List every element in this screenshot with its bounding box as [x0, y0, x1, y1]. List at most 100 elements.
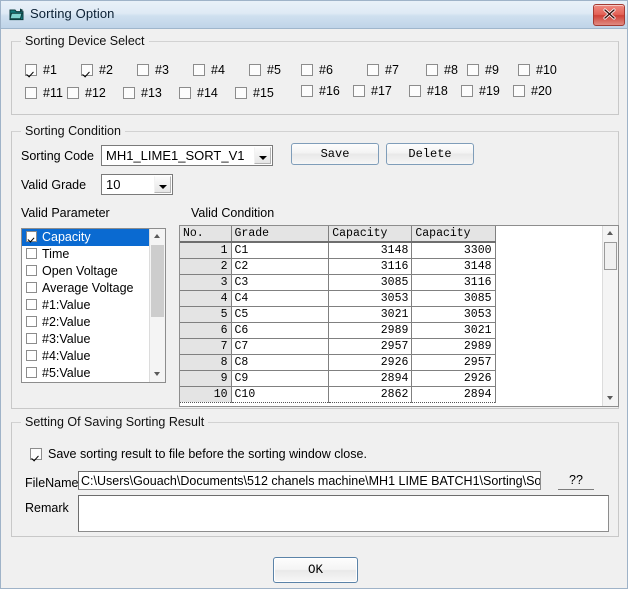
device-checkbox-20[interactable]: #20 — [513, 84, 552, 98]
column-header[interactable]: No. — [180, 226, 232, 243]
table-row[interactable]: 4 C4 3053 3085 — [180, 290, 601, 307]
device-checkbox-10[interactable]: #10 — [518, 63, 557, 77]
table-cell[interactable]: 2957 — [411, 354, 496, 371]
row-number-cell[interactable]: 9 — [180, 370, 232, 387]
device-checkbox-8[interactable]: #8 — [426, 63, 458, 77]
checkbox-box[interactable] — [26, 265, 37, 276]
table-cell[interactable]: 3148 — [328, 242, 413, 259]
table-row[interactable]: 6 C6 2989 3021 — [180, 322, 601, 339]
table-cell[interactable]: 3053 — [328, 290, 413, 307]
chevron-down-icon[interactable] — [254, 147, 271, 164]
scroll-down-icon[interactable] — [603, 391, 618, 406]
browse-button[interactable]: ?? — [558, 472, 594, 490]
valid-condition-scrollbar[interactable] — [602, 226, 618, 406]
table-cell[interactable]: 3085 — [328, 274, 413, 291]
table-cell[interactable]: 3116 — [328, 258, 413, 275]
device-checkbox-15[interactable]: #15 — [235, 86, 274, 100]
checkbox-box[interactable] — [26, 282, 37, 293]
table-cell[interactable]: 3021 — [411, 322, 496, 339]
table-cell[interactable]: 2894 — [411, 386, 496, 403]
save-button[interactable]: Save — [291, 143, 379, 165]
checkbox-box[interactable] — [26, 316, 37, 327]
table-cell[interactable]: 3021 — [328, 306, 413, 323]
checkbox-box[interactable] — [26, 299, 37, 310]
row-number-cell[interactable]: 6 — [180, 322, 232, 339]
table-cell[interactable]: 2989 — [328, 322, 413, 339]
parameter-item[interactable]: #5:Value — [22, 365, 149, 382]
row-number-cell[interactable]: 7 — [180, 338, 232, 355]
row-number-cell[interactable]: 1 — [180, 242, 232, 259]
scroll-down-icon[interactable] — [150, 367, 165, 382]
checkbox-box[interactable] — [26, 333, 37, 344]
device-checkbox-3[interactable]: #3 — [137, 63, 169, 77]
parameter-item[interactable]: Time — [22, 246, 149, 263]
row-number-cell[interactable]: 3 — [180, 274, 232, 291]
row-number-cell[interactable]: 10 — [180, 386, 232, 403]
table-cell[interactable]: C9 — [231, 370, 330, 387]
table-cell[interactable]: C7 — [231, 338, 330, 355]
table-cell[interactable]: C4 — [231, 290, 330, 307]
parameter-item[interactable]: #1:Value — [22, 297, 149, 314]
valid-condition-grid[interactable]: No. Grade Capacity Capacity 1 C1 3148 3300 2 C2 3… — [179, 225, 619, 407]
device-checkbox-6[interactable]: #6 — [301, 63, 333, 77]
device-checkbox-4[interactable]: #4 — [193, 63, 225, 77]
table-cell[interactable]: C8 — [231, 354, 330, 371]
valid-parameter-scrollbar[interactable] — [149, 229, 165, 382]
table-cell[interactable]: 2894 — [328, 370, 413, 387]
parameter-item[interactable]: Open Voltage — [22, 263, 149, 280]
row-number-cell[interactable]: 5 — [180, 306, 232, 323]
table-row[interactable]: 7 C7 2957 2989 — [180, 338, 601, 355]
table-cell[interactable]: C10 — [231, 386, 330, 403]
parameter-item[interactable]: #2:Value — [22, 314, 149, 331]
checkbox-box[interactable] — [26, 231, 37, 242]
delete-button[interactable]: Delete — [386, 143, 474, 165]
device-checkbox-1[interactable]: #1 — [25, 63, 57, 77]
checkbox-box[interactable] — [26, 248, 37, 259]
scroll-up-icon[interactable] — [603, 226, 618, 241]
table-cell[interactable]: 2926 — [411, 370, 496, 387]
table-row[interactable]: 9 C9 2894 2926 — [180, 370, 601, 387]
close-button[interactable] — [593, 4, 625, 26]
table-cell[interactable]: 3300 — [411, 242, 496, 259]
scroll-up-icon[interactable] — [150, 229, 165, 244]
table-row[interactable]: 5 C5 3021 3053 — [180, 306, 601, 323]
table-cell[interactable]: 2989 — [411, 338, 496, 355]
scroll-thumb[interactable] — [604, 242, 617, 270]
checkbox-box[interactable] — [26, 350, 37, 361]
table-row[interactable]: 10 C10 2862 2894 — [180, 386, 601, 403]
table-row[interactable]: 8 C8 2926 2957 — [180, 354, 601, 371]
table-cell[interactable]: 3148 — [411, 258, 496, 275]
save-result-checkbox[interactable]: Save sorting result to file before the s… — [30, 447, 367, 461]
table-cell[interactable]: 2862 — [328, 386, 413, 403]
device-checkbox-2[interactable]: #2 — [81, 63, 113, 77]
chevron-down-icon[interactable] — [154, 176, 171, 193]
table-cell[interactable]: 2926 — [328, 354, 413, 371]
device-checkbox-12[interactable]: #12 — [67, 86, 106, 100]
table-row[interactable]: 2 C2 3116 3148 — [180, 258, 601, 275]
row-number-cell[interactable]: 4 — [180, 290, 232, 307]
device-checkbox-16[interactable]: #16 — [301, 84, 340, 98]
column-header[interactable]: Grade — [231, 226, 330, 243]
parameter-item[interactable]: Average Voltage — [22, 280, 149, 297]
column-header[interactable]: Capacity — [411, 226, 496, 243]
table-row[interactable]: 1 C1 3148 3300 — [180, 242, 601, 259]
table-cell[interactable]: 3053 — [411, 306, 496, 323]
table-cell[interactable]: 3116 — [411, 274, 496, 291]
column-header[interactable]: Capacity — [328, 226, 413, 243]
table-cell[interactable]: C1 — [231, 242, 330, 259]
ok-button[interactable]: OK — [273, 557, 358, 583]
parameter-item[interactable]: #3:Value — [22, 331, 149, 348]
table-cell[interactable]: 2957 — [328, 338, 413, 355]
sorting-code-combo[interactable]: MH1_LIME1_SORT_V1 — [101, 145, 273, 166]
parameter-item[interactable]: #4:Value — [22, 348, 149, 365]
table-cell[interactable]: C5 — [231, 306, 330, 323]
filename-input[interactable]: C:\Users\Gouach\Documents\512 chanels ma… — [78, 471, 541, 490]
checkbox-box[interactable] — [26, 367, 37, 378]
device-checkbox-13[interactable]: #13 — [123, 86, 162, 100]
device-checkbox-9[interactable]: #9 — [467, 63, 499, 77]
table-row[interactable]: 3 C3 3085 3116 — [180, 274, 601, 291]
parameter-item[interactable]: Capacity — [22, 229, 149, 246]
device-checkbox-5[interactable]: #5 — [249, 63, 281, 77]
remark-input[interactable] — [78, 495, 609, 532]
device-checkbox-7[interactable]: #7 — [367, 63, 399, 77]
